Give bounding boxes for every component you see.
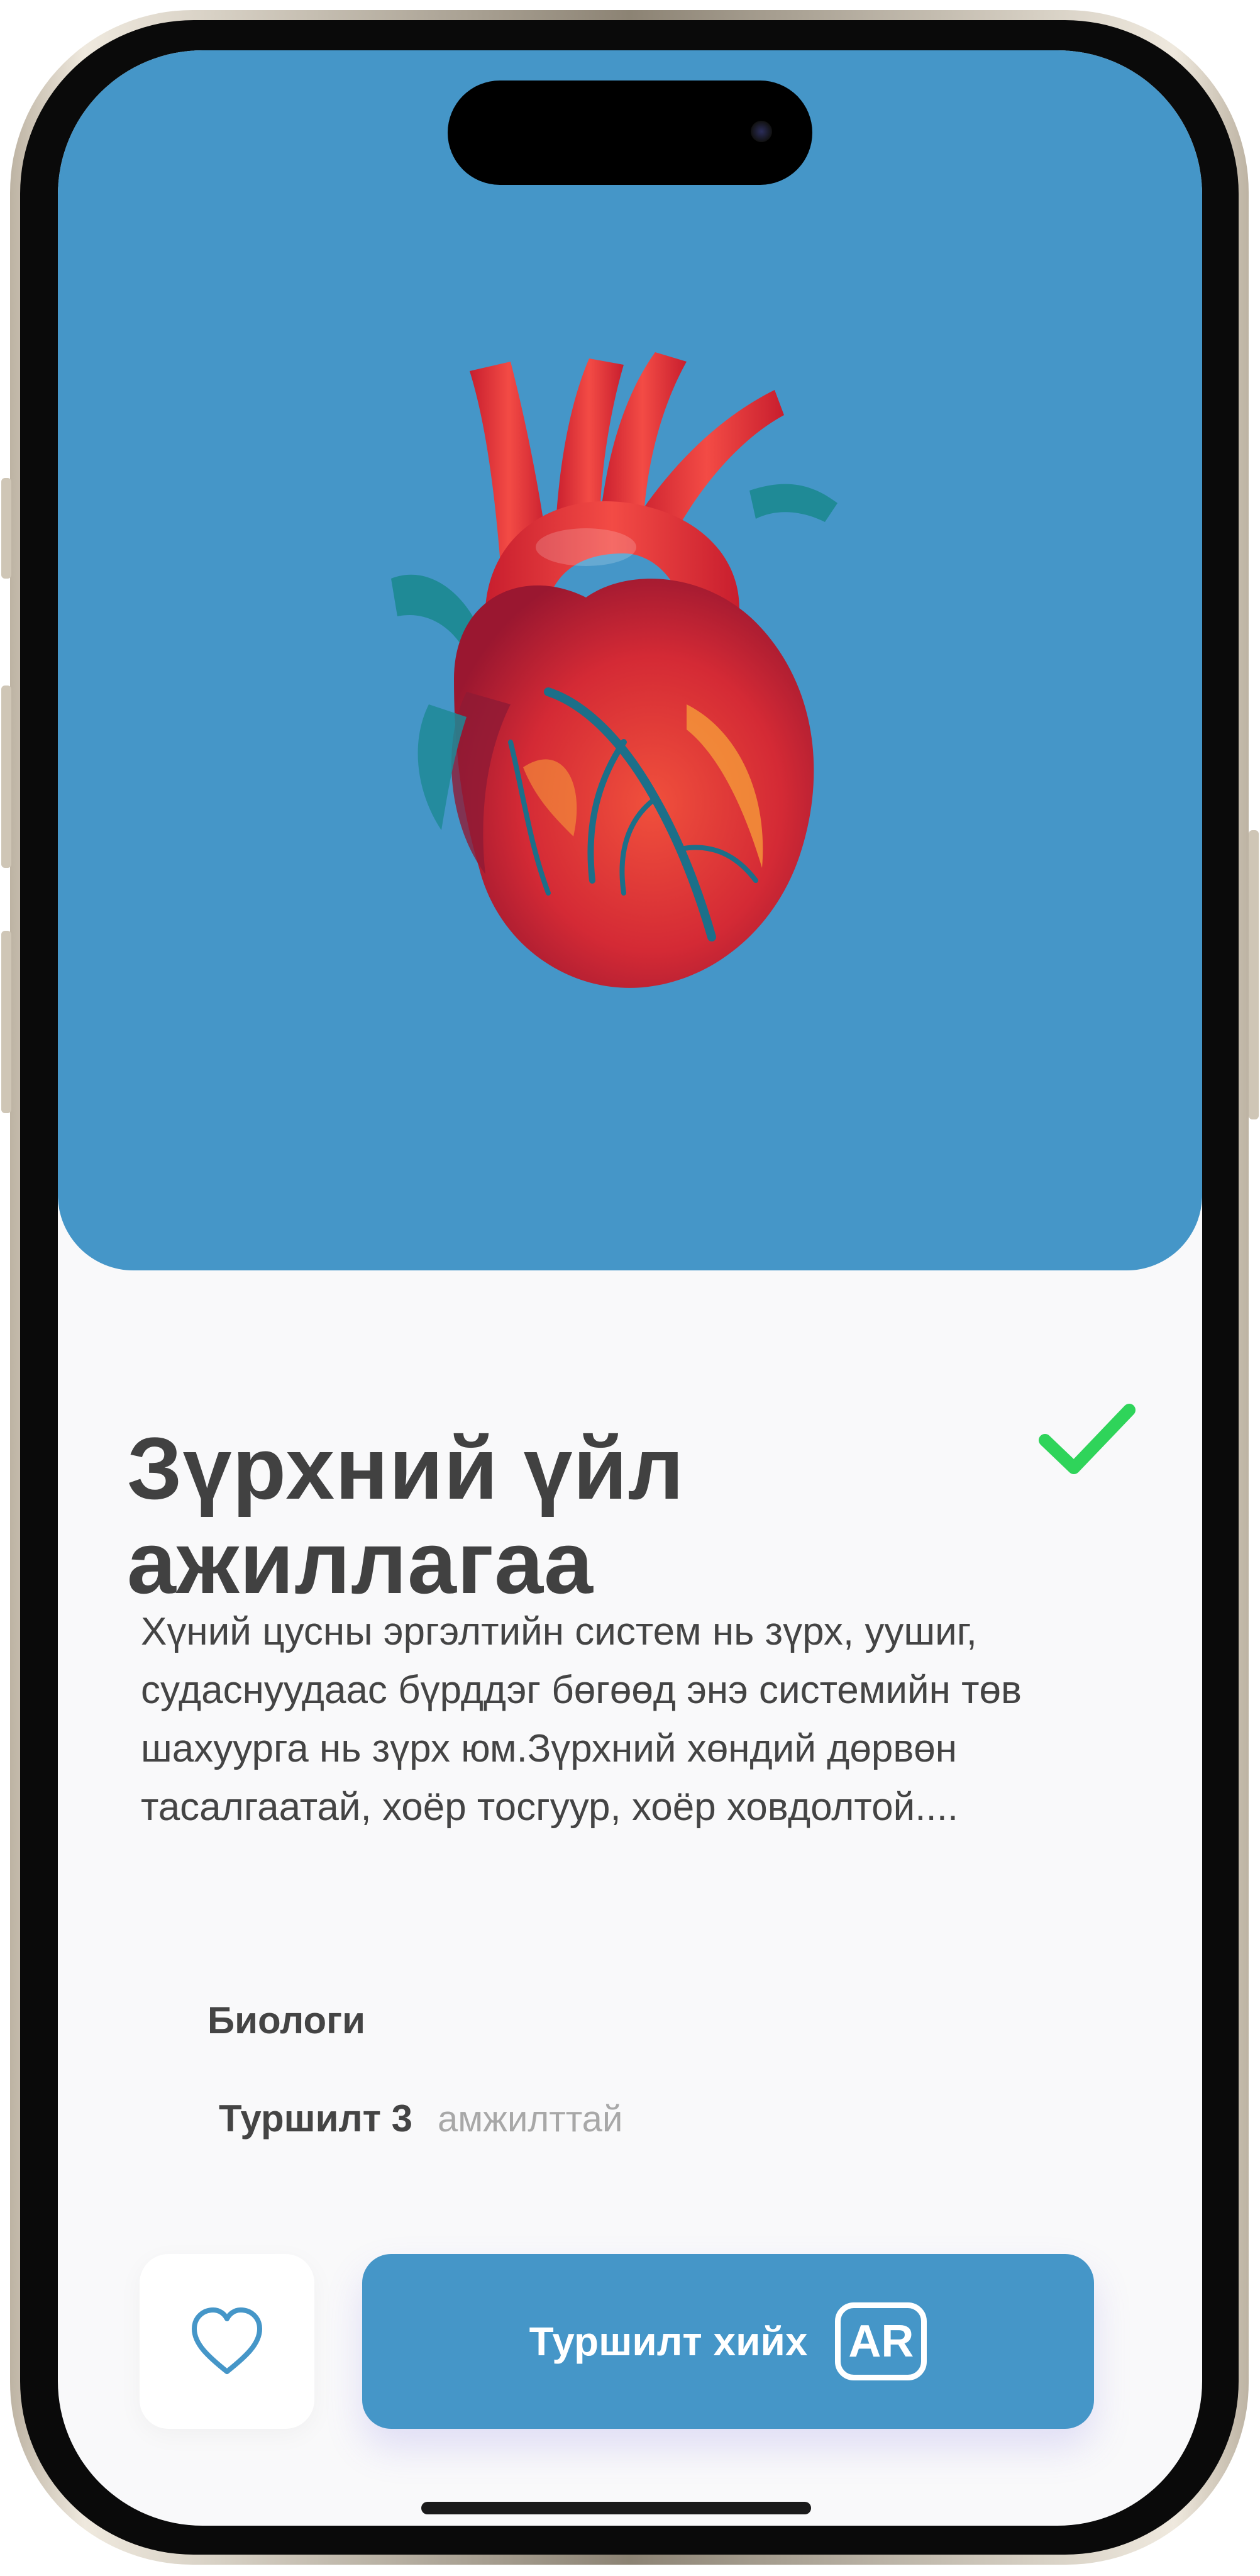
start-ar-experiment-button[interactable]: Туршилт хийх AR [362,2254,1094,2429]
screen: Зүрхний үйл ажиллагаа Хүний цусны эргэлт… [58,50,1202,2526]
attempt-row: Туршилт 3 амжилттай [219,2097,622,2140]
mute-switch [1,478,11,579]
volume-up-button [1,686,11,868]
lesson-description: Хүний цусны эргэлтийн систем нь зүрх, уу… [141,1610,1022,1829]
heart-image [360,302,875,1031]
home-indicator[interactable] [421,2502,811,2514]
phone-frame: Зүрхний үйл ажиллагаа Хүний цусны эргэлт… [0,0,1260,2576]
completed-check-icon [1039,1404,1136,1474]
ar-badge-icon: AR [835,2302,927,2380]
start-ar-label: Туршилт хийх [529,2319,808,2364]
power-button [1249,830,1259,1119]
hero-banner [58,50,1202,1270]
subject-label: Биологи [207,1999,366,2041]
front-camera [751,121,772,142]
attempt-result: амжилттай [438,2099,623,2140]
lesson-title: Зүрхний үйл ажиллагаа [127,1419,685,1612]
attempt-label: Туршилт 3 [219,2097,413,2140]
heart-outline-icon [192,2307,262,2374]
favorite-button[interactable] [140,2254,314,2429]
volume-down-button [1,931,11,1113]
